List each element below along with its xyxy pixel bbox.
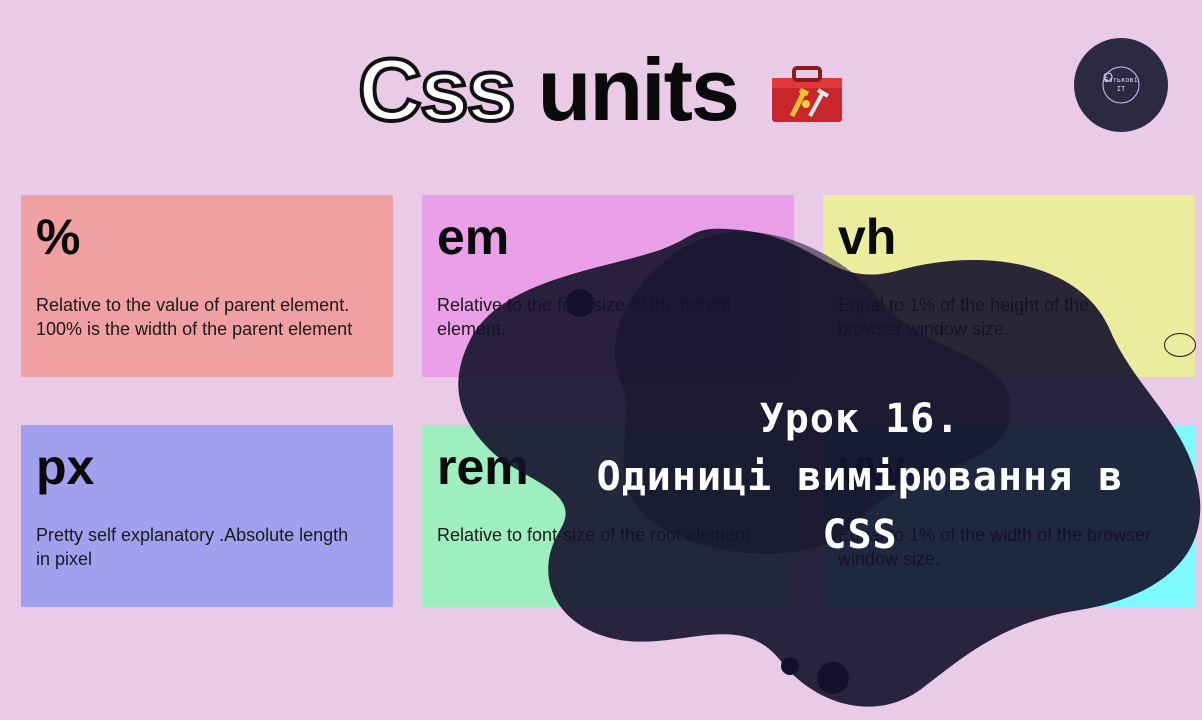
- title-units: units: [537, 40, 740, 139]
- logo-line-2: IT: [1116, 85, 1126, 93]
- outline-circle: [1164, 333, 1196, 357]
- unit-description: Equal to 1% of the height of the browser…: [838, 295, 1090, 339]
- unit-description: Relative to the font-size of the parent …: [437, 295, 732, 339]
- unit-label: em: [437, 209, 510, 265]
- card-px: px Pretty self explanatory .Absolute len…: [21, 425, 393, 607]
- blob-dot: [781, 657, 799, 675]
- unit-label: %: [36, 209, 81, 265]
- unit-description: Relative to the value of parent element.…: [36, 295, 353, 339]
- unit-description: Pretty self explanatory .Absolute length…: [36, 525, 349, 569]
- unit-label: px: [36, 439, 95, 495]
- lesson-number: Урок 16.: [759, 396, 961, 442]
- card-vh: vh Equal to 1% of the height of the brow…: [823, 195, 1195, 377]
- channel-logo: Батькові IT: [1074, 38, 1168, 132]
- title-row: Css units: [0, 38, 1202, 141]
- title-css-outline: Css: [356, 38, 517, 141]
- logo-line-1: Батькові: [1104, 76, 1138, 84]
- unit-label: vh: [838, 209, 897, 265]
- lesson-title: Урок 16. Одиниці вимірювання в CSS: [560, 390, 1160, 564]
- blob-dot: [817, 662, 849, 694]
- lesson-topic: Одиниці вимірювання в CSS: [596, 454, 1124, 558]
- toolbox-icon: [771, 66, 842, 122]
- card-percent: % Relative to the value of parent elemen…: [21, 195, 393, 377]
- logo-text: Батькові IT: [1088, 76, 1154, 94]
- card-em: em Relative to the font-size of the pare…: [422, 195, 794, 377]
